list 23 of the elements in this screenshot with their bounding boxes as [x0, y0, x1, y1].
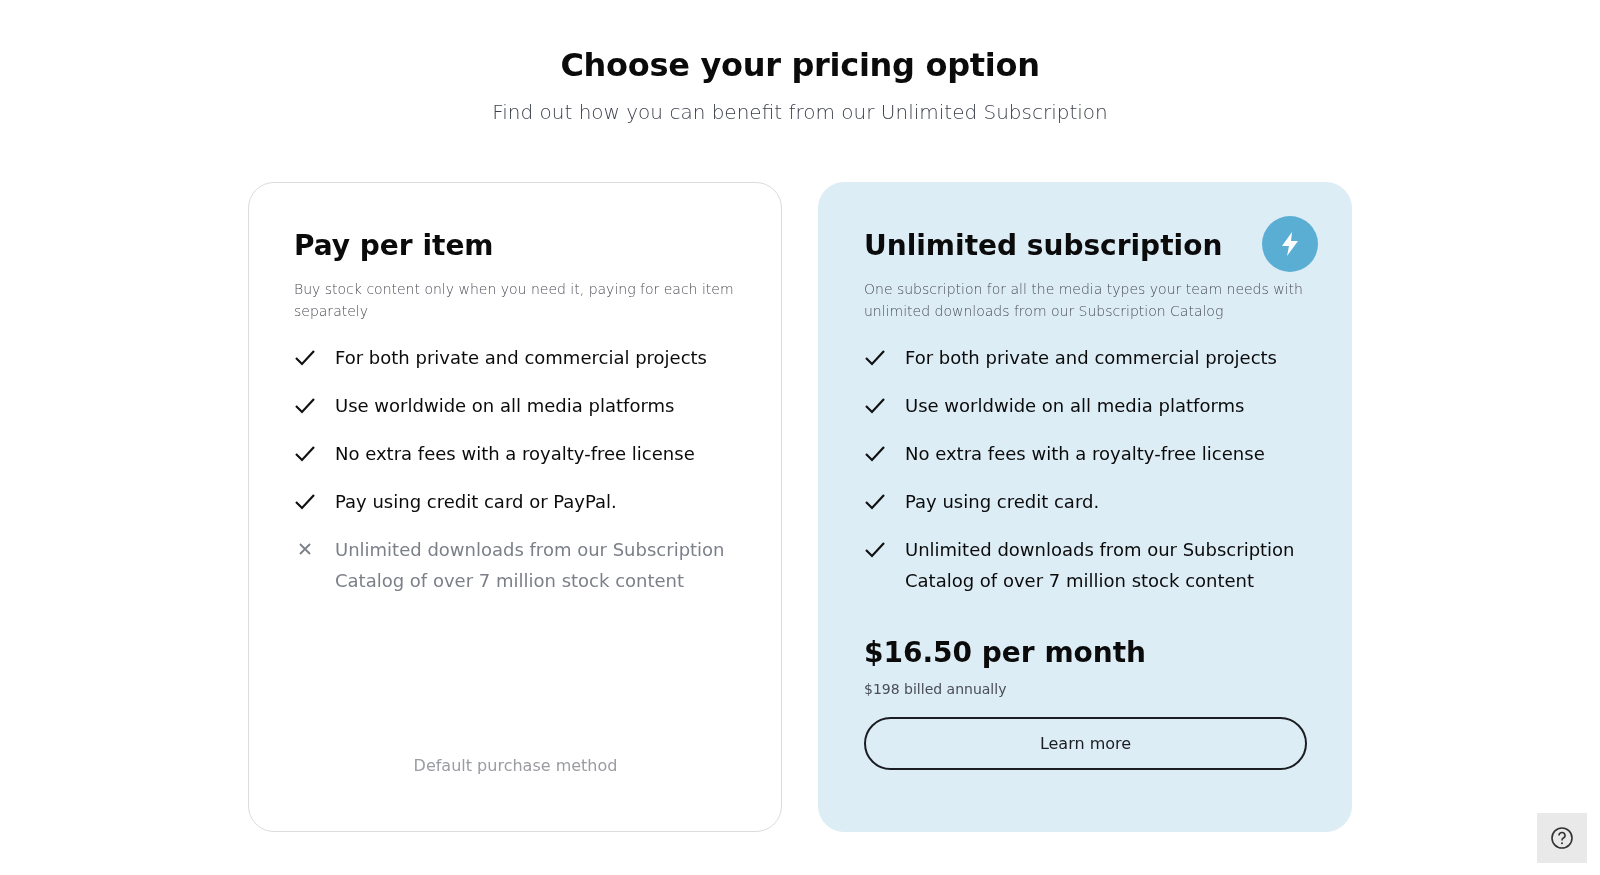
feature-text: Use worldwide on all media platforms: [905, 394, 1245, 418]
billing-note: $198 billed annually: [864, 681, 1008, 697]
feature-text: No extra fees with a royalty-free license: [335, 442, 695, 466]
plan-description: Buy stock content only when you need it, paying for each item separately: [294, 280, 735, 321]
feature-text: Unlimited downloads from our Subscription Catalog of over 7 million stock content: [335, 538, 726, 593]
help-button[interactable]: [1537, 813, 1587, 863]
page-subtitle: Find out how you can benefit from our Unlimited Subscription: [492, 100, 1108, 124]
feature-text: Use worldwide on all media platforms: [335, 394, 675, 418]
page-title: Choose your pricing option: [560, 46, 1040, 84]
plan-description: One subscription for all the media types your team needs with unlimited downloads from our Subscription Catalog: [864, 280, 1304, 321]
feature-text: Unlimited downloads from our Subscription Catalog of over 7 million stock content: [905, 538, 1296, 593]
plan-title: Unlimited subscription: [864, 229, 1224, 262]
feature-text: Pay using credit card or PayPal.: [335, 490, 617, 514]
feature-text: For both private and commercial projects: [905, 346, 1277, 370]
feature-text: Pay using credit card.: [905, 490, 1100, 514]
learn-more-button[interactable]: Learn more: [864, 717, 1307, 770]
feature-text: No extra fees with a royalty-free license: [905, 442, 1265, 466]
feature-text: For both private and commercial projects: [335, 346, 707, 370]
help-icon: [1550, 826, 1574, 850]
plan-title: Pay per item: [294, 229, 495, 262]
plan-price: $16.50 per month: [864, 636, 1148, 669]
lightning-icon: [1262, 216, 1318, 272]
footer-note: Default purchase method: [413, 756, 618, 775]
